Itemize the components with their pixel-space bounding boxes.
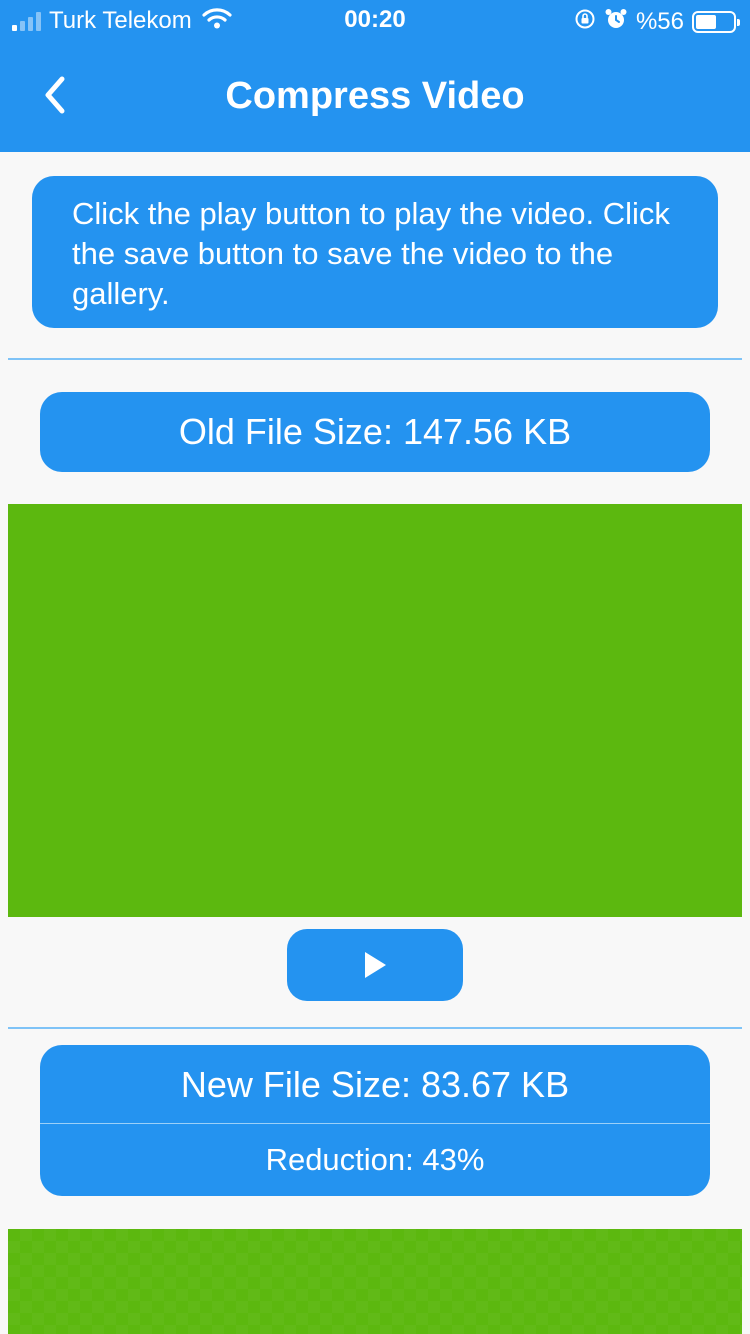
divider xyxy=(8,1027,742,1029)
original-video-player[interactable] xyxy=(8,504,742,917)
reduction-label: Reduction: 43% xyxy=(265,1142,485,1177)
page-title: Compress Video xyxy=(225,75,525,117)
alarm-icon xyxy=(604,7,628,36)
play-icon xyxy=(365,952,386,978)
compressed-video-player[interactable] xyxy=(8,1229,742,1334)
status-bar: Turk Telekom 00:20 %56 xyxy=(0,0,750,40)
status-right: %56 xyxy=(574,7,740,36)
new-file-size-badge: New File Size: 83.67 KB Reduction: 43% xyxy=(40,1045,710,1196)
orientation-lock-icon xyxy=(574,8,596,35)
play-button[interactable] xyxy=(287,929,463,1001)
instructions-text: Click the play button to play the video.… xyxy=(72,196,670,311)
battery-icon xyxy=(692,10,740,33)
new-file-size-label: New File Size: 83.67 KB xyxy=(40,1045,710,1124)
old-file-size-label: Old File Size: 147.56 KB xyxy=(178,411,572,452)
battery-percentage: %56 xyxy=(635,7,684,35)
app-bar: Compress Video xyxy=(0,40,750,152)
instructions-card: Click the play button to play the video.… xyxy=(32,176,718,328)
divider xyxy=(8,358,742,360)
old-file-size-badge: Old File Size: 147.56 KB xyxy=(40,392,710,472)
